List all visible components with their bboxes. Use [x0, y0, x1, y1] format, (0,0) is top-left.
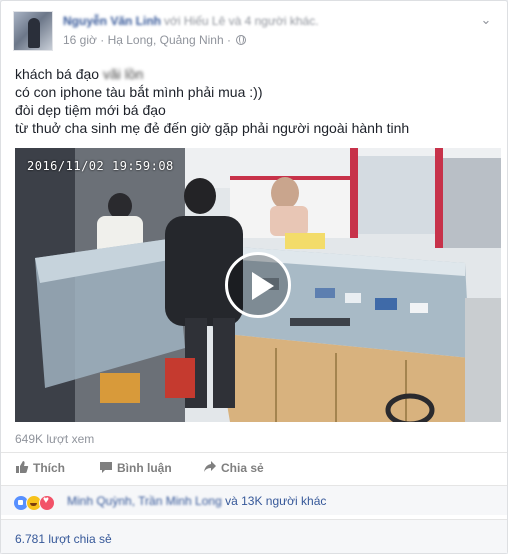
- post-location[interactable]: Hạ Long, Quảng Ninh: [108, 33, 224, 47]
- header-line: Nguyễn Văn Linh với Hiếu Lê và 4 người kh…: [63, 14, 319, 28]
- post-time[interactable]: 16 giờ: [63, 33, 97, 47]
- post-card: Nguyễn Văn Linh với Hiếu Lê và 4 người kh…: [0, 0, 508, 554]
- video-player[interactable]: 2016/11/02 19:59:08: [15, 148, 501, 422]
- post-line-4: từ thuở cha sinh mẹ đẻ đến giờ gặp phải …: [15, 120, 410, 136]
- reactions-bar[interactable]: Minh Quỳnh, Trần Minh Long và 13K người …: [1, 485, 507, 515]
- reaction-summary[interactable]: Minh Quỳnh, Trần Minh Long và 13K người …: [67, 494, 326, 508]
- reaction-icons: [13, 494, 55, 512]
- meta-separator-2: ·: [227, 33, 232, 47]
- share-label: Chia sẻ: [221, 461, 264, 475]
- post-header: Nguyễn Văn Linh với Hiếu Lê và 4 người kh…: [13, 11, 495, 53]
- love-reaction-icon: [39, 494, 55, 511]
- meta-separator: ·: [100, 33, 105, 47]
- comment-button[interactable]: Bình luận: [99, 458, 172, 478]
- share-count[interactable]: 6.781 lượt chia sẻ: [15, 532, 112, 546]
- action-bar: Thích Bình luận Chia sẻ: [1, 452, 507, 482]
- thumbs-up-icon: [16, 461, 29, 473]
- avatar[interactable]: [13, 11, 53, 51]
- post-line-2: có con iphone tàu bắt mình phải mua :)): [15, 84, 263, 100]
- post-line-1: khách bá đạo vãi lồn: [15, 66, 144, 82]
- post-line-3: đòi dẹp tiệm mới bá đạo: [15, 102, 166, 118]
- comment-label: Bình luận: [117, 461, 172, 475]
- author-name[interactable]: Nguyễn Văn Linh: [63, 14, 161, 28]
- shares-bar: 6.781 lượt chia sẻ: [1, 519, 507, 553]
- play-icon[interactable]: [225, 252, 291, 318]
- reaction-names[interactable]: Minh Quỳnh, Trần Minh Long: [67, 494, 222, 508]
- like-button[interactable]: Thích: [15, 458, 65, 478]
- post-meta: 16 giờ · Hạ Long, Quảng Ninh ·: [63, 33, 247, 47]
- share-icon: [204, 461, 216, 472]
- tagged-people[interactable]: với Hiếu Lê và 4 người khác.: [164, 14, 319, 28]
- comment-icon: [100, 462, 112, 473]
- share-button[interactable]: Chia sẻ: [203, 458, 264, 478]
- like-label: Thích: [33, 461, 65, 475]
- view-count: 649K lượt xem: [15, 432, 95, 446]
- reaction-rest[interactable]: và 13K người khác: [225, 494, 326, 508]
- post-text: khách bá đạo vãi lồn có con iphone tàu b…: [15, 65, 495, 137]
- video-timestamp: 2016/11/02 19:59:08: [27, 159, 174, 173]
- blurred-word: vãi lồn: [102, 66, 144, 82]
- chevron-down-icon[interactable]: ⌄: [479, 13, 493, 27]
- globe-icon[interactable]: [236, 35, 247, 45]
